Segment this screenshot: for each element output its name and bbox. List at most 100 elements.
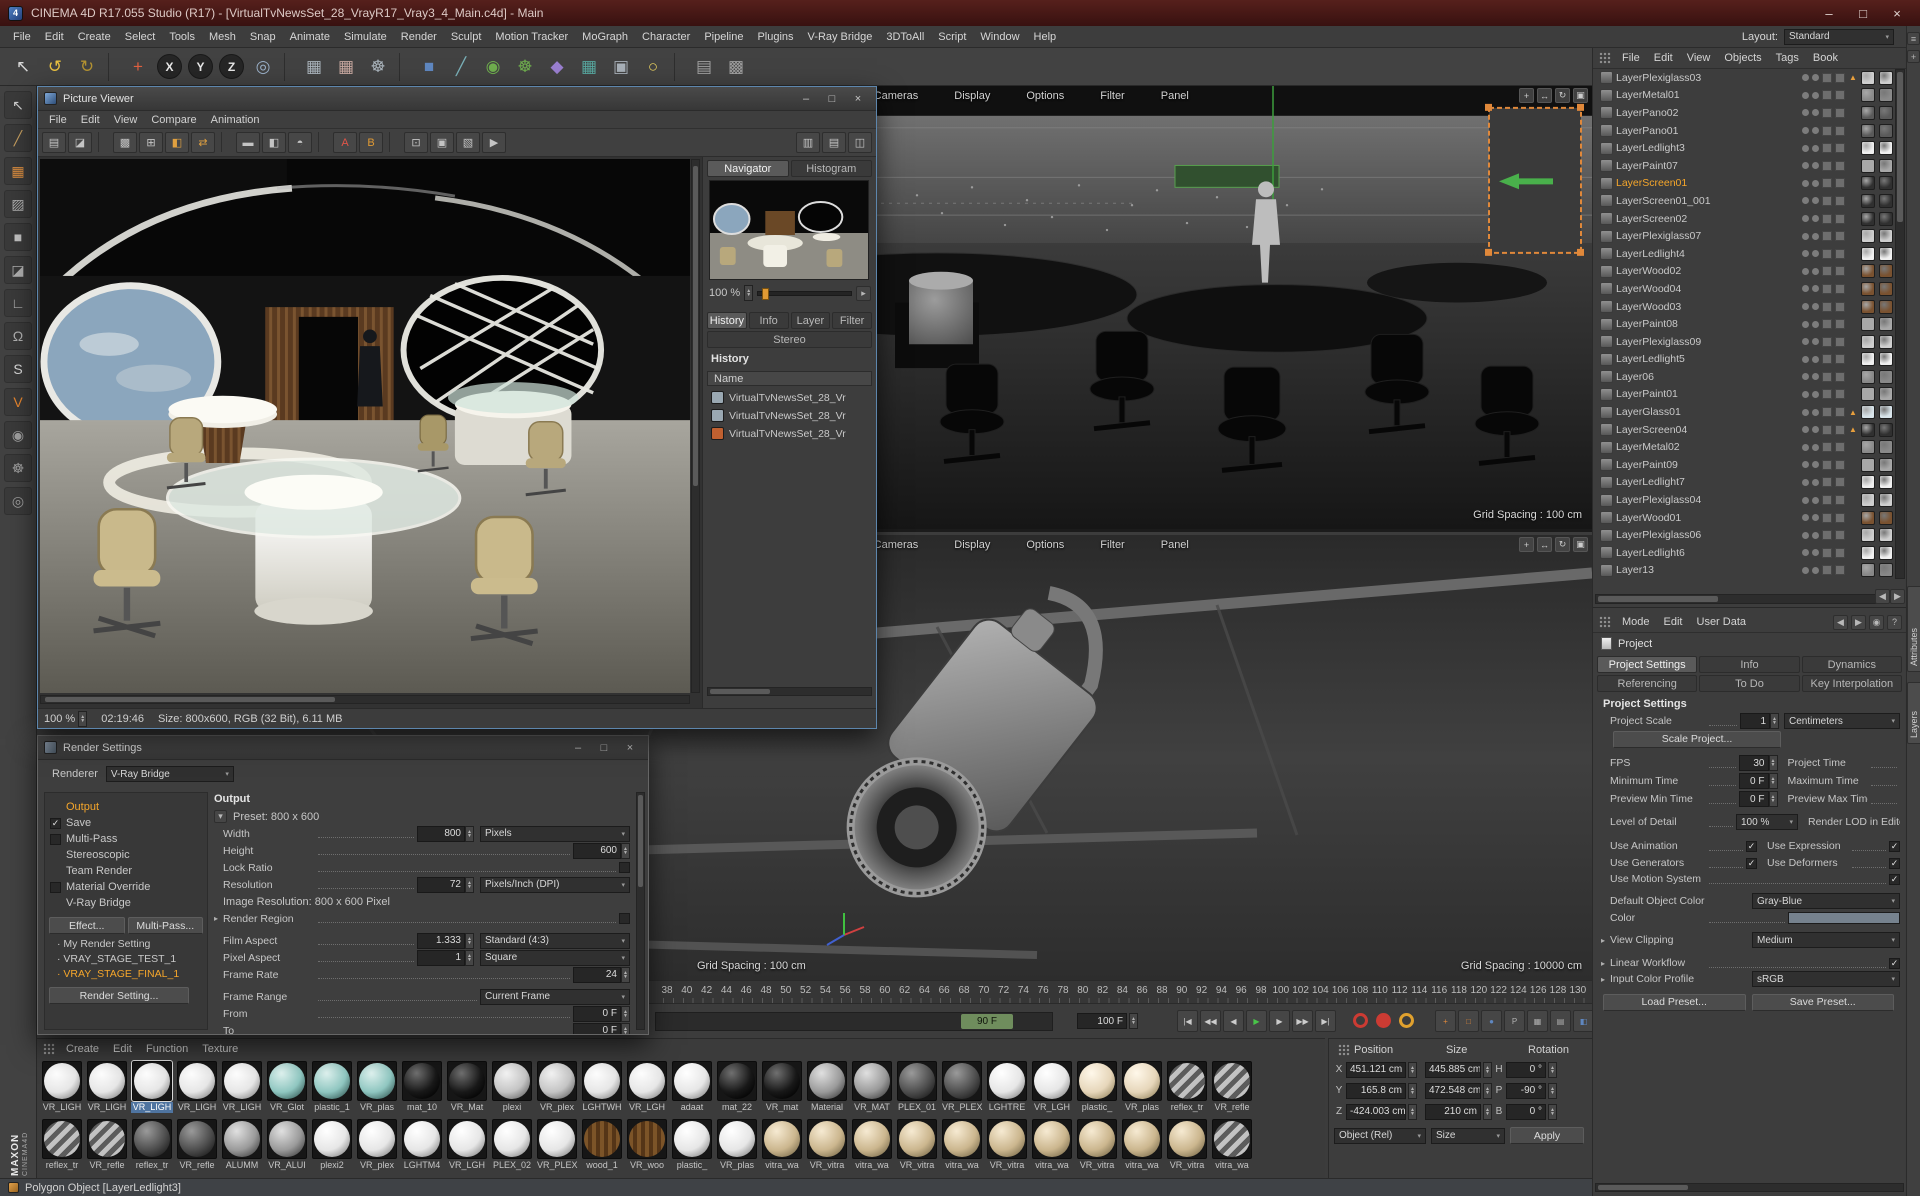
material-sphere-icon[interactable]	[42, 1061, 82, 1101]
layer-tag-icon[interactable]	[1822, 424, 1832, 435]
render-visibility-dot[interactable]	[1812, 127, 1819, 135]
menu-script[interactable]: Script	[931, 31, 973, 43]
pv-menu-compare[interactable]: Compare	[144, 114, 203, 126]
expand-arrow-icon[interactable]: ▸	[1601, 975, 1610, 984]
layer-tag-icon[interactable]	[1822, 72, 1832, 83]
material-thumbnail-icon[interactable]	[1861, 440, 1875, 455]
timeline-frame-42[interactable]: 42	[701, 985, 712, 996]
material-sphere-icon[interactable]	[447, 1119, 487, 1159]
record-keyframe-icon[interactable]	[1353, 1013, 1368, 1028]
menu-character[interactable]: Character	[635, 31, 697, 43]
attr-tab-dynamics[interactable]: Dynamics	[1801, 656, 1902, 673]
editor-visibility-dot[interactable]	[1802, 127, 1809, 135]
timeline-frame-46[interactable]: 46	[741, 985, 752, 996]
editor-visibility-dot[interactable]	[1802, 373, 1809, 381]
layer-item-layer06[interactable]: Layer06 ▲	[1593, 368, 1894, 386]
material-vitra-wa[interactable]: vitra_wa	[1211, 1119, 1253, 1171]
generator-icon[interactable]: ☸	[510, 52, 540, 82]
compositing-tag-icon[interactable]	[1835, 125, 1845, 136]
multipass-button[interactable]: Multi-Pass...	[127, 917, 203, 934]
om-horizontal-scrollbar[interactable]	[1595, 594, 1876, 604]
timeline-frame-56[interactable]: 56	[840, 985, 851, 996]
scroll-right-icon[interactable]: ▶	[1890, 589, 1905, 604]
rotate-icon[interactable]: ↻	[1555, 537, 1570, 552]
layer-tag-icon[interactable]	[1822, 160, 1832, 171]
material-sphere-icon[interactable]	[222, 1119, 262, 1159]
stepper-icon[interactable]: ▲ ▼	[1408, 1061, 1417, 1078]
pv-menu-animation[interactable]: Animation	[204, 114, 267, 126]
value-input[interactable]: 1	[1740, 713, 1770, 729]
rs-preset-vray-stage-final-1[interactable]: · VRAY_STAGE_FINAL_1	[45, 966, 207, 981]
om-menu-tags[interactable]: Tags	[1769, 52, 1806, 64]
material-vitra-wa[interactable]: vitra_wa	[941, 1119, 983, 1171]
rs-preset-my-render-setting[interactable]: · My Render Setting	[45, 936, 207, 951]
render-visibility-dot[interactable]	[1812, 373, 1819, 381]
compositing-tag-icon[interactable]	[1835, 459, 1845, 470]
layer-tag-icon[interactable]	[1822, 459, 1832, 470]
compositing-tag-icon[interactable]	[1835, 266, 1845, 277]
material-sphere-icon[interactable]	[312, 1119, 352, 1159]
timeline-frame-66[interactable]: 66	[939, 985, 950, 996]
layout-top-icon[interactable]: ◓	[288, 132, 312, 153]
zoom-slider[interactable]	[757, 287, 852, 300]
layer-item-layerpaint08[interactable]: LayerPaint08 ▲	[1593, 315, 1894, 333]
material-vr-lgh[interactable]: VR_LGH	[1031, 1061, 1073, 1113]
material-sphere-icon[interactable]	[87, 1061, 127, 1101]
compositing-tag-icon[interactable]	[1835, 495, 1845, 506]
material-vitra-wa[interactable]: vitra_wa	[851, 1119, 893, 1171]
light-icon[interactable]: ○	[638, 52, 668, 82]
timeline-frame-100[interactable]: 100	[1272, 985, 1289, 996]
value-input[interactable]: 30	[1738, 755, 1769, 771]
pen-icon[interactable]: ╱	[4, 124, 32, 152]
stepper-icon[interactable]: ▲ ▼	[1483, 1061, 1492, 1078]
om-menu-book[interactable]: Book	[1806, 52, 1845, 64]
axis-y-icon[interactable]: Y	[188, 54, 213, 79]
material-adaat[interactable]: adaat	[671, 1061, 713, 1113]
value-input[interactable]: 445.885 cm	[1425, 1061, 1481, 1078]
compositing-tag-icon[interactable]	[1835, 389, 1845, 400]
menu-v-ray-bridge[interactable]: V-Ray Bridge	[801, 31, 880, 43]
layer-tag-icon[interactable]	[1822, 301, 1832, 312]
material-vr-mat[interactable]: VR_Mat	[446, 1061, 488, 1113]
material-sphere-icon[interactable]	[627, 1061, 667, 1101]
timeline-frame-96[interactable]: 96	[1236, 985, 1247, 996]
timeline-frame-72[interactable]: 72	[998, 985, 1009, 996]
pv-vertical-scrollbar[interactable]	[691, 159, 700, 693]
rs-close-button[interactable]: ×	[618, 739, 642, 756]
record-rotation-icon[interactable]: ●	[1481, 1010, 1502, 1032]
material-thumbnail-icon[interactable]	[1879, 246, 1893, 261]
value-input[interactable]: -90 °	[1506, 1082, 1546, 1099]
attr-menu-mode[interactable]: Mode	[1615, 616, 1657, 628]
timeline-frame-112[interactable]: 112	[1392, 985, 1408, 996]
viewport-menu-filter[interactable]: Filter	[1093, 539, 1131, 551]
stepper-icon[interactable]: ▲ ▼	[621, 966, 630, 983]
material-sphere-icon[interactable]	[717, 1061, 757, 1101]
alpha-channel-icon[interactable]: B	[359, 132, 383, 153]
layer-tag-icon[interactable]	[1822, 336, 1832, 347]
dock-pin-icon[interactable]: +	[1907, 50, 1920, 63]
material-thumbnail-icon[interactable]	[1861, 475, 1875, 490]
stepper-icon[interactable]: ▲ ▼	[621, 1005, 630, 1022]
size-mode-select[interactable]: Size ▾	[1431, 1127, 1505, 1144]
compositing-tag-icon[interactable]	[1835, 336, 1845, 347]
material-menu-texture[interactable]: Texture	[195, 1043, 245, 1055]
material-vr-vitra[interactable]: VR_vitra	[986, 1119, 1028, 1171]
material-sphere-icon[interactable]	[1032, 1119, 1072, 1159]
compare-swap-icon[interactable]: ⇄	[191, 132, 215, 153]
editor-visibility-dot[interactable]	[1802, 144, 1809, 152]
render-visibility-dot[interactable]	[1812, 179, 1819, 187]
dock-tab-layers[interactable]: Layers	[1907, 682, 1920, 744]
viewport-menu-options[interactable]: Options	[1019, 90, 1071, 102]
viewport-menu-options[interactable]: Options	[1019, 539, 1071, 551]
value-input[interactable]: 72	[417, 876, 465, 893]
load-preset--button[interactable]: Load Preset...	[1602, 993, 1746, 1011]
rendered-image[interactable]	[40, 159, 690, 693]
layer-item-layerpano02[interactable]: LayerPano02 ▲	[1593, 104, 1894, 122]
apply-button[interactable]: Apply	[1510, 1127, 1584, 1144]
om-vertical-scrollbar[interactable]	[1895, 69, 1905, 579]
timeline-frame-120[interactable]: 120	[1470, 985, 1487, 996]
model-mode-icon[interactable]: ■	[4, 223, 32, 251]
material-vr-vitra[interactable]: VR_vitra	[806, 1119, 848, 1171]
expand-arrow-icon[interactable]: ▸	[1601, 959, 1610, 968]
material-thumbnail-icon[interactable]	[1861, 176, 1875, 191]
